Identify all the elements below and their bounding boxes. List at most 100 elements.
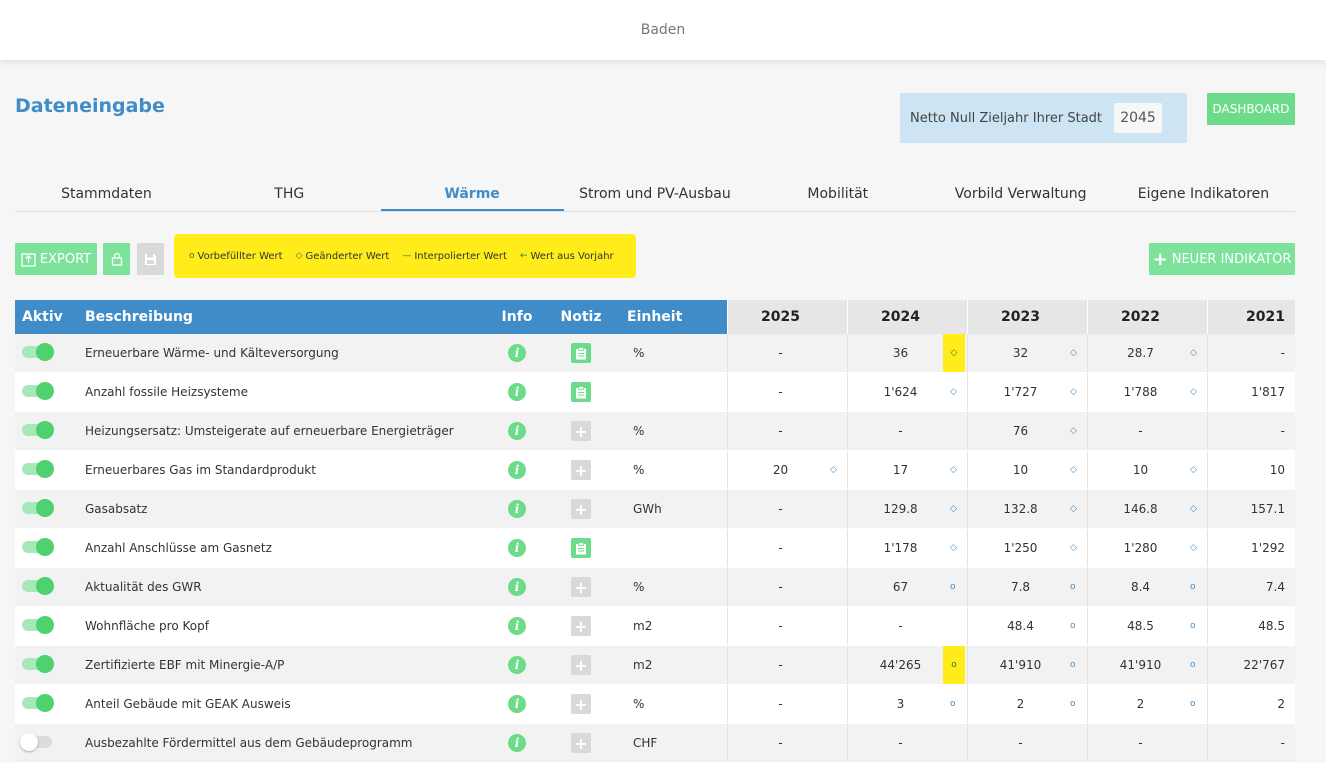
active-toggle[interactable] <box>22 381 54 400</box>
value-cell[interactable]: 2o <box>967 685 1087 723</box>
value-cell[interactable]: 48.4 o <box>967 607 1087 645</box>
tab-3[interactable]: Strom und PV-Ausbau <box>564 178 747 211</box>
value-cell[interactable]: 1'788 ◇ <box>1087 373 1207 411</box>
info-icon[interactable]: i <box>508 656 526 674</box>
value-cell[interactable]: 48.5 <box>1207 607 1295 645</box>
value-cell[interactable]: 1'292 <box>1207 529 1295 567</box>
value-cell[interactable]: 157.1 <box>1207 490 1295 528</box>
tab-6[interactable]: Eigene Indikatoren <box>1112 178 1295 211</box>
value-cell[interactable]: - <box>727 490 847 528</box>
value-cell[interactable]: 1'280 ◇ <box>1087 529 1207 567</box>
netto-null-year-input[interactable]: 2045 <box>1114 103 1163 133</box>
value-cell[interactable]: - <box>727 529 847 567</box>
active-toggle[interactable] <box>22 693 54 712</box>
active-toggle[interactable] <box>22 654 54 673</box>
value-cell[interactable]: - <box>1207 724 1295 762</box>
value-cell[interactable]: 36 ◇ <box>847 334 967 372</box>
value-cell[interactable]: - <box>847 724 967 762</box>
value-cell[interactable]: 1'624 ◇ <box>847 373 967 411</box>
info-icon[interactable]: i <box>508 500 526 518</box>
active-toggle[interactable] <box>22 459 54 478</box>
value-cell[interactable]: 3o <box>847 685 967 723</box>
value-cell[interactable]: - <box>727 334 847 372</box>
value-cell[interactable]: 44'265 o <box>847 646 967 684</box>
value-cell[interactable]: 1'178 ◇ <box>847 529 967 567</box>
info-icon[interactable]: i <box>508 383 526 401</box>
value-cell[interactable]: 41'910 o <box>967 646 1087 684</box>
value-cell[interactable]: - <box>1207 412 1295 450</box>
active-toggle[interactable] <box>22 576 54 595</box>
value-cell[interactable]: - <box>727 607 847 645</box>
active-toggle[interactable] <box>22 615 54 634</box>
tab-1[interactable]: THG <box>198 178 381 211</box>
active-toggle[interactable] <box>20 732 52 751</box>
new-indicator-button[interactable]: + NEUER INDIKATOR <box>1149 243 1295 275</box>
value-cell[interactable]: - <box>727 412 847 450</box>
value-cell[interactable]: 10 ◇ <box>1087 451 1207 489</box>
value-cell[interactable]: 1'727 ◇ <box>967 373 1087 411</box>
value-cell[interactable]: - <box>727 646 847 684</box>
info-icon[interactable]: i <box>508 617 526 635</box>
value-cell[interactable]: 2 <box>1207 685 1295 723</box>
value-cell[interactable]: - <box>1087 412 1207 450</box>
value-cell[interactable]: 22'767 <box>1207 646 1295 684</box>
value-cell[interactable]: 2o <box>1087 685 1207 723</box>
value-cell[interactable]: 1'817 <box>1207 373 1295 411</box>
tab-4[interactable]: Mobilität <box>746 178 929 211</box>
value-cell[interactable]: - <box>727 724 847 762</box>
save-button[interactable] <box>137 243 164 275</box>
add-note-icon[interactable]: + <box>571 460 591 480</box>
value-cell[interactable]: 10 <box>1207 451 1295 489</box>
active-toggle[interactable] <box>22 498 54 517</box>
info-icon[interactable]: i <box>508 461 526 479</box>
value-cell[interactable]: 1'250 ◇ <box>967 529 1087 567</box>
clipboard-icon[interactable] <box>571 538 591 558</box>
lock-button[interactable] <box>103 243 130 275</box>
value-cell[interactable]: - <box>727 373 847 411</box>
value-cell[interactable]: 48.5 o <box>1087 607 1207 645</box>
add-note-icon[interactable]: + <box>571 733 591 753</box>
value-cell[interactable]: 7.4 <box>1207 568 1295 606</box>
value-cell[interactable]: 41'910 o <box>1087 646 1207 684</box>
info-icon[interactable]: i <box>508 539 526 557</box>
value-cell[interactable]: - <box>1207 334 1295 372</box>
value-cell[interactable]: 10 ◇ <box>967 451 1087 489</box>
info-icon[interactable]: i <box>508 422 526 440</box>
value-cell[interactable]: 28.7 ◇ <box>1087 334 1207 372</box>
value-cell[interactable]: 17 ◇ <box>847 451 967 489</box>
add-note-icon[interactable]: + <box>571 499 591 519</box>
value-cell[interactable]: - <box>847 607 967 645</box>
add-note-icon[interactable]: + <box>571 694 591 714</box>
value-cell[interactable]: - <box>847 412 967 450</box>
export-button[interactable]: EXPORT <box>15 243 97 275</box>
value-cell[interactable]: - <box>1087 724 1207 762</box>
add-note-icon[interactable]: + <box>571 616 591 636</box>
active-toggle[interactable] <box>22 420 54 439</box>
active-toggle[interactable] <box>22 537 54 556</box>
dashboard-button[interactable]: DASHBOARD <box>1207 93 1295 125</box>
tab-5[interactable]: Vorbild Verwaltung <box>929 178 1112 211</box>
value-cell[interactable]: 20 ◇ <box>727 451 847 489</box>
tab-2[interactable]: Wärme <box>380 178 564 211</box>
add-note-icon[interactable]: + <box>571 421 591 441</box>
info-icon[interactable]: i <box>508 344 526 362</box>
info-icon[interactable]: i <box>508 578 526 596</box>
value-cell[interactable]: - <box>727 568 847 606</box>
value-cell[interactable]: 7.8 o <box>967 568 1087 606</box>
add-note-icon[interactable]: + <box>571 655 591 675</box>
value-cell[interactable]: 76 ◇ <box>967 412 1087 450</box>
active-toggle[interactable] <box>22 342 54 361</box>
value-cell[interactable]: 8.4 o <box>1087 568 1207 606</box>
value-cell[interactable]: 67 o <box>847 568 967 606</box>
value-cell[interactable]: - <box>967 724 1087 762</box>
value-cell[interactable]: - <box>727 685 847 723</box>
value-cell[interactable]: 32 ◇ <box>967 334 1087 372</box>
clipboard-icon[interactable] <box>571 382 591 402</box>
clipboard-icon[interactable] <box>571 343 591 363</box>
info-icon[interactable]: i <box>508 695 526 713</box>
info-icon[interactable]: i <box>508 734 526 752</box>
value-cell[interactable]: 129.8 ◇ <box>847 490 967 528</box>
add-note-icon[interactable]: + <box>571 577 591 597</box>
value-cell[interactable]: 132.8 ◇ <box>967 490 1087 528</box>
tab-0[interactable]: Stammdaten <box>15 178 198 211</box>
